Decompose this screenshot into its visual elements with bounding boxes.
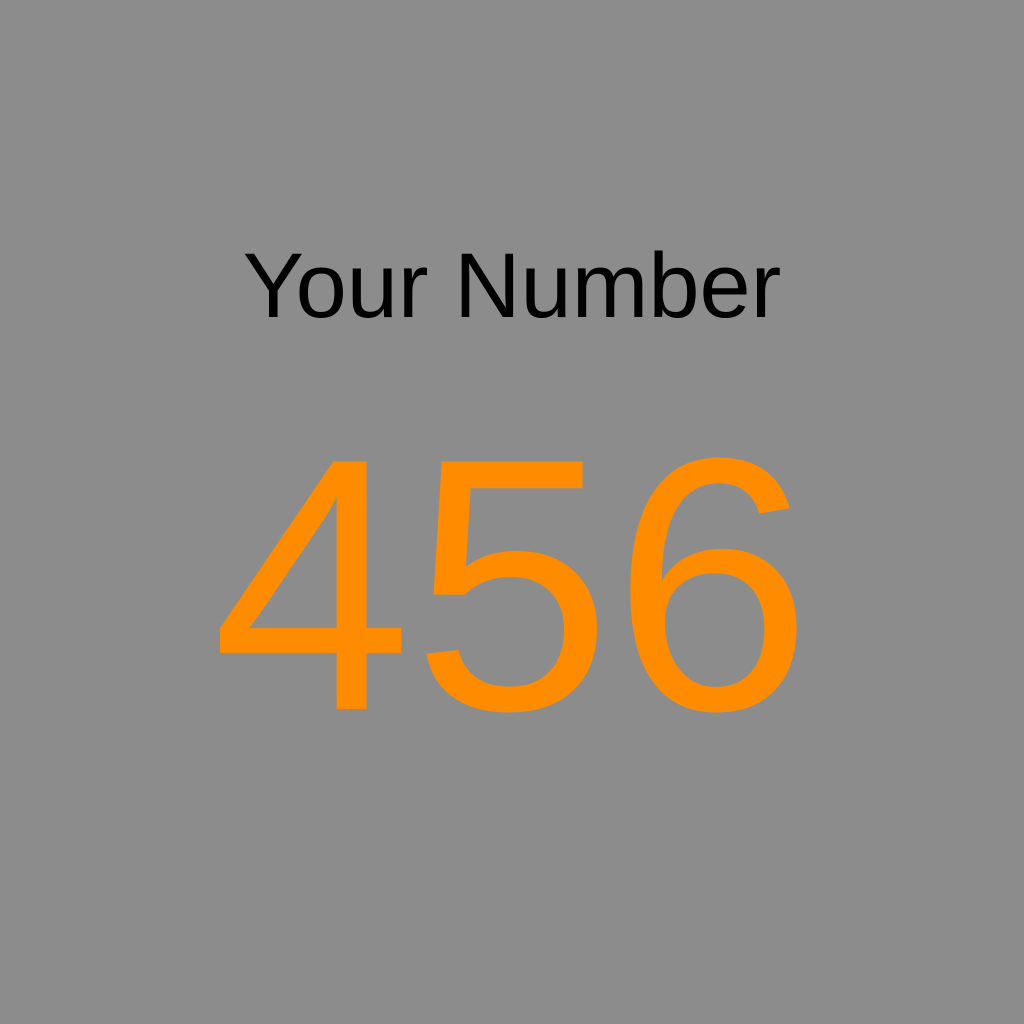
number-value: 456 <box>211 384 813 786</box>
page-title: Your Number <box>242 235 782 337</box>
number-display-screen: Your Number 456 <box>0 0 1024 1024</box>
